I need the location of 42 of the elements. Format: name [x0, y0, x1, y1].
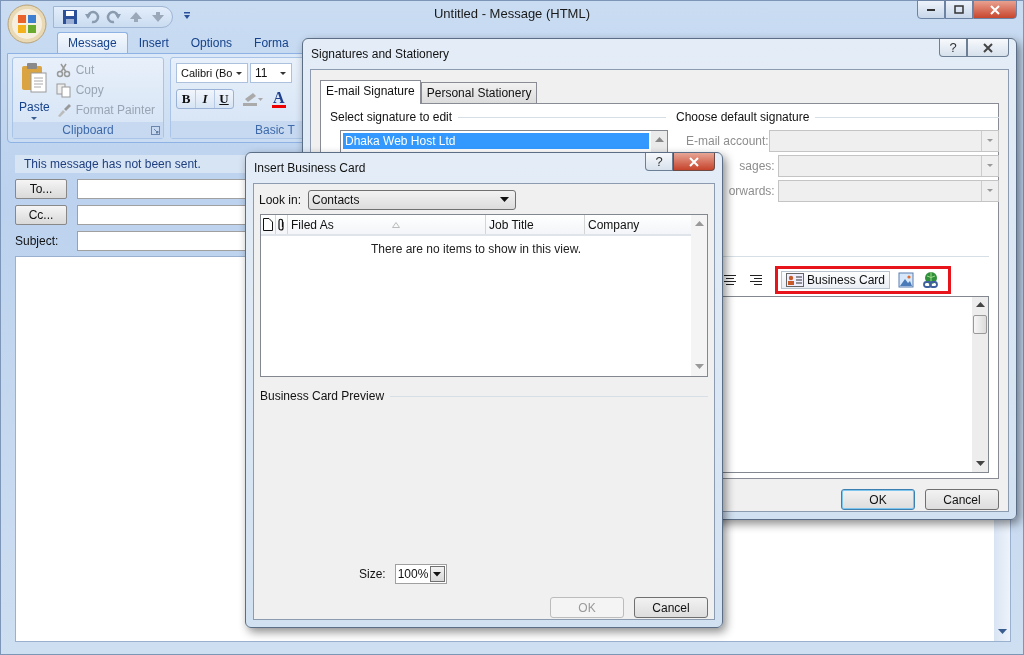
- help-button[interactable]: ?: [939, 39, 967, 57]
- folder-dropdown[interactable]: Contacts: [308, 190, 517, 210]
- ribbon-tab[interactable]: Message: [57, 32, 128, 53]
- dialog-title: Insert Business Card: [253, 161, 366, 175]
- dialog-button[interactable]: Cancel: [634, 597, 708, 618]
- size-combo[interactable]: 11: [250, 63, 292, 83]
- section-heading: Business Card Preview: [260, 389, 385, 403]
- field-label: Look in:: [259, 193, 302, 207]
- format-button[interactable]: B: [177, 90, 196, 108]
- ribbon-tab[interactable]: Forma: [243, 32, 300, 53]
- paste-button[interactable]: Paste: [19, 62, 50, 122]
- column-header[interactable]: Job Title: [486, 215, 585, 234]
- address-button[interactable]: To...: [15, 179, 67, 199]
- field-label: Size:: [359, 567, 386, 581]
- ribbon-tab[interactable]: Insert: [127, 32, 180, 53]
- dialog-title: Signatures and Stationery: [310, 47, 450, 61]
- business-card-button[interactable]: Business Card: [780, 271, 890, 289]
- field-label: orwards:: [728, 184, 775, 198]
- ribbon-tab[interactable]: Options: [179, 32, 244, 53]
- empty-message: There are no items to show in this view.: [369, 242, 583, 256]
- dialog-tab[interactable]: Personal Stationery: [420, 82, 538, 103]
- field-label: sages:: [739, 159, 775, 173]
- format-button[interactable]: U: [215, 90, 233, 108]
- dialog-button[interactable]: Cancel: [925, 489, 999, 510]
- zoom-dropdown[interactable]: 100%: [394, 564, 447, 584]
- window-title: Untitled - Message (HTML): [433, 5, 590, 21]
- address-button[interactable]: Cc...: [15, 205, 67, 225]
- column-header[interactable]: Company: [585, 215, 691, 234]
- format-button[interactable]: I: [196, 90, 215, 108]
- subject-label: Subject:: [15, 234, 60, 248]
- group-label: Basic T: [255, 122, 295, 137]
- group-label: Clipboard: [62, 123, 114, 137]
- column-header[interactable]: Filed As: [288, 215, 486, 234]
- info-text: This message has not been sent.: [24, 157, 201, 171]
- dialog-button[interactable]: OK: [841, 489, 915, 510]
- section-heading: Choose default signature: [676, 110, 810, 124]
- dialog-tab[interactable]: E-mail Signature: [320, 80, 421, 104]
- font-combo[interactable]: Calibri (Bo: [176, 63, 248, 83]
- help-button[interactable]: ?: [645, 153, 673, 171]
- section-heading: Select signature to edit: [330, 110, 453, 124]
- field-label: E-mail account:: [686, 134, 769, 148]
- font-color-button[interactable]: A: [272, 90, 286, 108]
